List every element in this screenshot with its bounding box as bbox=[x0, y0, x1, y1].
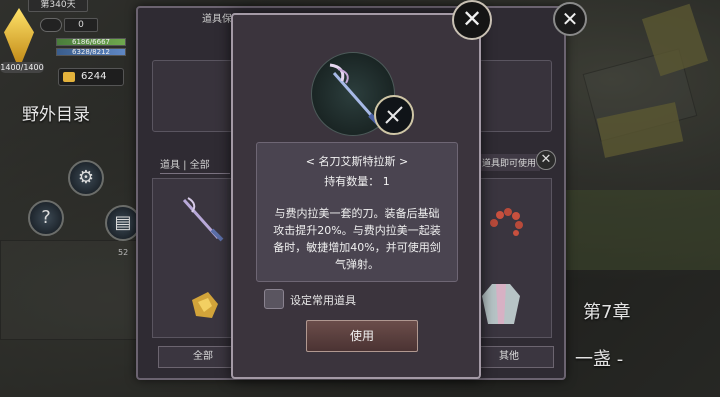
item-slot-robe[interactable] bbox=[476, 278, 526, 328]
item-name: < 名刀艾斯特拉斯 > bbox=[305, 155, 409, 168]
close-icon[interactable]: ✕ bbox=[536, 150, 556, 170]
crystal-icon[interactable] bbox=[4, 8, 34, 62]
lamp-label: 一盏 - bbox=[575, 349, 624, 370]
field-directory-title[interactable]: 野外目录 bbox=[22, 100, 90, 125]
player-hud: 第340天 0 6186/6667 6328/8212 1400/1400 62… bbox=[0, 0, 140, 90]
gear-button[interactable]: ⚙ bbox=[68, 160, 104, 196]
use-button[interactable]: 使用 bbox=[306, 320, 418, 352]
help-icon: ? bbox=[41, 207, 51, 228]
popup-close-button[interactable]: ✕ bbox=[452, 0, 492, 40]
resource-icon bbox=[40, 18, 62, 32]
item-slot-ore[interactable] bbox=[184, 286, 234, 336]
hp-label: 1400/1400 bbox=[0, 62, 44, 73]
stat-bar-1: 6186/6667 bbox=[56, 38, 126, 46]
item-count: 持有数量： 1 bbox=[324, 175, 390, 188]
storage-tab[interactable]: 道具 | 全部 bbox=[160, 156, 230, 174]
storage-tip: 道具即可使用 bbox=[478, 154, 541, 171]
resource-count: 0 bbox=[64, 18, 98, 32]
item-description: 与费内拉美一套的刀。装备后基础攻击提升20%。与费内拉美一起装备时，敏捷增加40… bbox=[273, 207, 441, 271]
item-description-box: < 名刀艾斯特拉斯 > 持有数量： 1 与费内拉美一套的刀。装备后基础攻击提升2… bbox=[256, 142, 458, 282]
chapter-label: 第7章 bbox=[583, 302, 631, 323]
side-number: 52 bbox=[118, 248, 129, 257]
bag-icon: ▤ bbox=[114, 212, 132, 233]
close-icon: ✕ bbox=[561, 7, 579, 31]
blade-mark-icon bbox=[385, 106, 403, 124]
favorite-checkbox[interactable] bbox=[264, 289, 284, 309]
stat-bar-2: 6328/8212 bbox=[56, 48, 126, 56]
help-button[interactable]: ? bbox=[28, 200, 64, 236]
ore-icon bbox=[192, 292, 218, 318]
gold-display: 6244 bbox=[58, 68, 124, 86]
robe-icon bbox=[482, 284, 520, 324]
coin-icon bbox=[63, 72, 75, 82]
storage-close-button[interactable]: ✕ bbox=[553, 2, 587, 36]
favorite-label[interactable]: 设定常用道具 bbox=[290, 292, 356, 308]
sword-icon bbox=[182, 197, 224, 242]
day-counter: 第340天 bbox=[28, 0, 88, 12]
equip-badge-icon bbox=[374, 95, 414, 135]
beads-icon bbox=[490, 208, 523, 236]
close-icon: ✕ bbox=[461, 5, 483, 33]
gold-amount: 6244 bbox=[81, 71, 107, 82]
gear-icon: ⚙ bbox=[77, 167, 95, 188]
item-slot-sword[interactable] bbox=[178, 194, 228, 244]
item-slot-beads[interactable] bbox=[486, 203, 536, 253]
